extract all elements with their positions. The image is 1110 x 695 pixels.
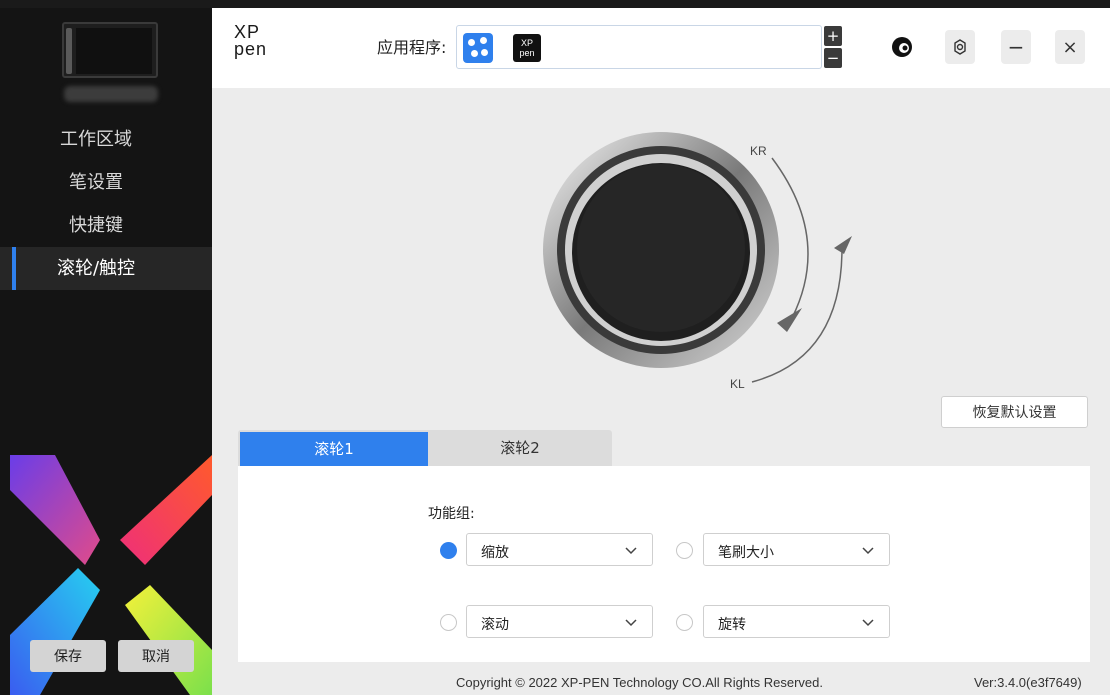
- sidebar-item-work-area[interactable]: 工作区域: [0, 118, 212, 161]
- version-text: Ver:3.4.0(e3f7649): [974, 675, 1082, 690]
- device-thumbnail: [62, 22, 158, 78]
- select-rotate-value: 旋转: [718, 617, 746, 633]
- tab-wheel-1[interactable]: 滚轮1: [240, 432, 428, 466]
- kl-label: KL: [730, 377, 745, 391]
- kr-label: KR: [750, 144, 767, 158]
- wheel-illustration: KR KL: [543, 132, 852, 391]
- remove-app-button[interactable]: −: [824, 48, 842, 68]
- chevron-down-icon: [625, 547, 637, 555]
- sidebar-item-wheel-touch[interactable]: 滚轮/触控: [0, 247, 212, 290]
- tab-wheel-2[interactable]: 滚轮2: [428, 430, 612, 466]
- settings-button[interactable]: [945, 30, 975, 64]
- select-zoom[interactable]: 缩放: [466, 533, 653, 566]
- minimize-button[interactable]: −: [1001, 30, 1031, 64]
- all-apps-icon[interactable]: [463, 33, 493, 63]
- device-name-blurred: [64, 86, 158, 102]
- function-panel: [238, 466, 1090, 662]
- theme-toggle-icon[interactable]: [887, 30, 917, 64]
- xppen-app-text-bottom: pen: [519, 48, 535, 58]
- gear-icon: [954, 39, 966, 55]
- select-brush-size-value: 笔刷大小: [718, 545, 774, 561]
- xppen-logo: XP pen: [234, 23, 268, 59]
- radio-scroll[interactable]: [440, 614, 457, 631]
- radio-brush-size[interactable]: [676, 542, 693, 559]
- xppen-app-icon[interactable]: XP pen: [513, 34, 541, 62]
- app-selector: XP pen: [456, 25, 822, 69]
- kl-arrow-head: [834, 236, 852, 254]
- select-scroll-value: 滚动: [481, 617, 509, 633]
- logo-line-2: pen: [234, 39, 268, 59]
- sidebar-item-pen-settings[interactable]: 笔设置: [0, 161, 212, 204]
- close-button[interactable]: ×: [1055, 30, 1085, 64]
- app-label: 应用程序:: [377, 38, 447, 57]
- restore-defaults-button[interactable]: 恢复默认设置: [941, 396, 1088, 428]
- select-scroll[interactable]: 滚动: [466, 605, 653, 638]
- select-zoom-value: 缩放: [481, 545, 509, 561]
- copyright-text: Copyright © 2022 XP-PEN Technology CO.Al…: [456, 675, 824, 690]
- device-key-strip: [66, 28, 72, 74]
- sidebar-nav: 工作区域 笔设置 快捷键 滚轮/触控: [0, 118, 212, 290]
- cancel-button[interactable]: 取消: [118, 640, 194, 672]
- sidebar-item-shortcut-keys[interactable]: 快捷键: [0, 204, 212, 247]
- xppen-app-text-top: XP: [520, 38, 533, 48]
- device-active-area: [76, 28, 152, 74]
- chevron-down-icon: [862, 619, 874, 627]
- chevron-down-icon: [862, 547, 874, 555]
- add-app-button[interactable]: +: [824, 26, 842, 46]
- select-rotate[interactable]: 旋转: [703, 605, 890, 638]
- wheel-diagram: KR KL: [212, 88, 1110, 428]
- function-group-label: 功能组:: [428, 506, 475, 522]
- radio-rotate[interactable]: [676, 614, 693, 631]
- save-button[interactable]: 保存: [30, 640, 106, 672]
- sidebar: 工作区域 笔设置 快捷键 滚轮/触控 保存 取消: [0, 0, 212, 695]
- radio-zoom[interactable]: [440, 542, 457, 559]
- wheel-tabs: 滚轮1 滚轮2: [238, 430, 612, 466]
- kr-arrow-head: [777, 308, 802, 332]
- select-brush-size[interactable]: 笔刷大小: [703, 533, 890, 566]
- chevron-down-icon: [625, 619, 637, 627]
- top-bar: XP pen 应用程序: XP pen + − − ×: [0, 0, 1110, 88]
